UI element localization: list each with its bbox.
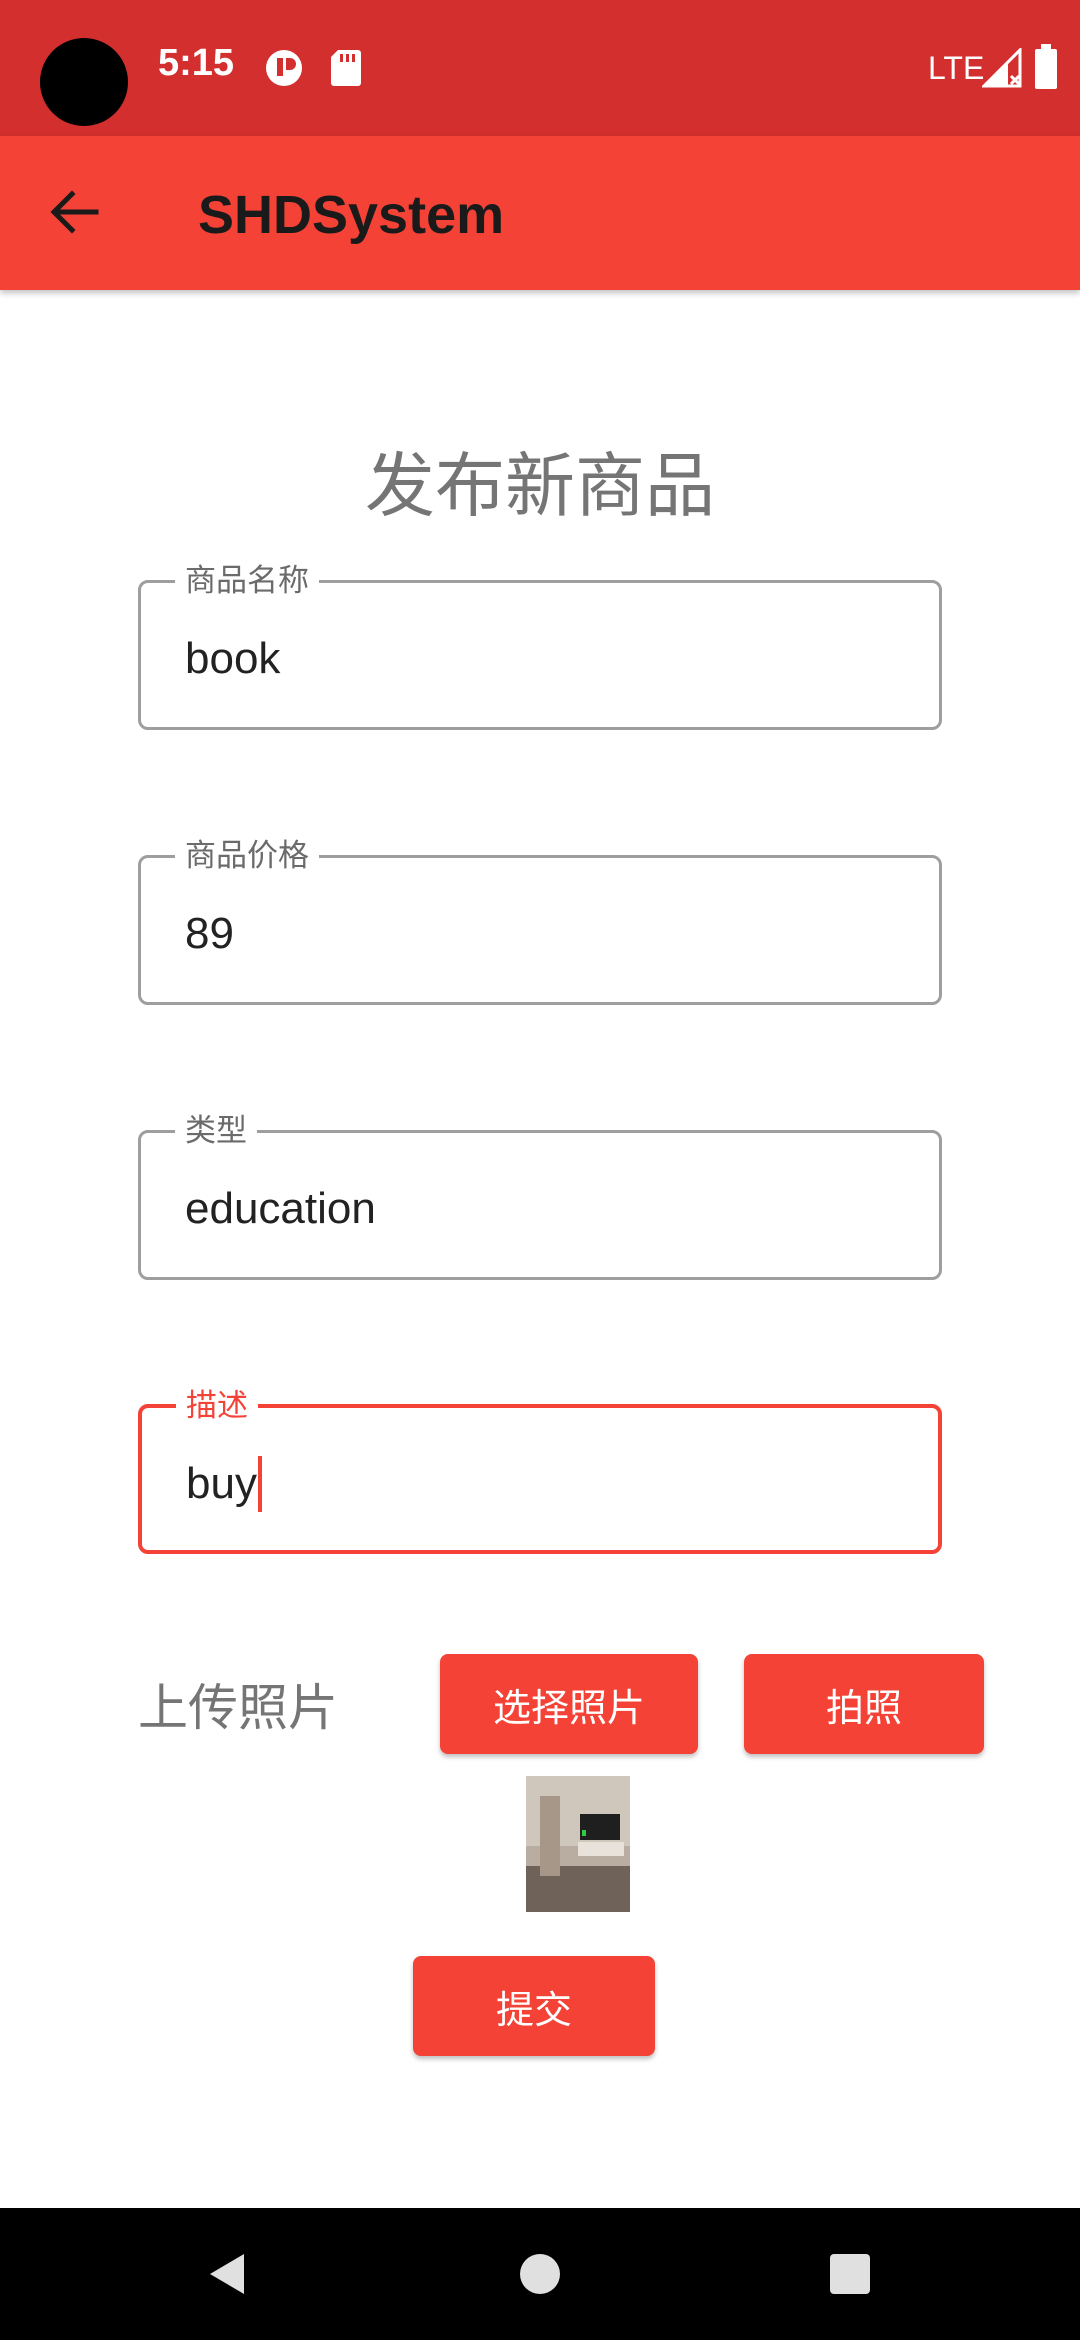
arrow-back-icon (48, 186, 100, 243)
app-bar: SHDSystem (0, 136, 1080, 290)
battery-icon (1034, 44, 1058, 95)
navigation-bar (0, 2208, 1080, 2340)
choose-photo-button[interactable]: 选择照片 (440, 1654, 698, 1754)
nav-home-button[interactable] (510, 2246, 570, 2306)
description-label: 描述 (176, 1386, 258, 1426)
recents-square-icon (828, 2252, 872, 2301)
take-photo-button[interactable]: 拍照 (744, 1654, 984, 1754)
description-field[interactable]: 描述 buy (138, 1386, 942, 1554)
network-type: LTE (928, 50, 985, 86)
status-bar: 5:15 LTE (0, 0, 1080, 136)
product-type-label: 类型 (175, 1111, 257, 1151)
submit-button[interactable]: 提交 (413, 1956, 655, 2056)
notification-icon (264, 48, 304, 93)
upload-photo-label: 上传照片 (138, 1680, 338, 1736)
back-button[interactable] (34, 174, 114, 254)
product-type-field[interactable]: 类型 education (138, 1111, 942, 1280)
signal-icon (980, 46, 1022, 93)
nav-back-button[interactable] (196, 2246, 256, 2306)
status-time: 5:15 (158, 42, 235, 84)
product-type-value: education (185, 1184, 376, 1233)
sd-card-icon (330, 48, 362, 93)
product-price-label: 商品价格 (175, 836, 319, 876)
home-circle-icon (518, 2252, 562, 2301)
text-cursor (257, 1456, 262, 1512)
nav-recents-button[interactable] (820, 2246, 880, 2306)
page-title: 发布新商品 (365, 447, 715, 525)
product-price-field[interactable]: 商品价格 89 (138, 836, 942, 1005)
product-name-field[interactable]: 商品名称 book (138, 561, 942, 730)
product-price-value: 89 (185, 909, 234, 958)
product-name-label: 商品名称 (175, 561, 319, 601)
selected-photo-thumbnail (526, 1776, 630, 1912)
product-name-value: book (185, 634, 281, 683)
app-title: SHDSystem (198, 185, 505, 245)
description-value-wrap: buy (186, 1456, 262, 1512)
description-value: buy (186, 1459, 257, 1508)
camera-cutout (40, 38, 128, 126)
back-triangle-icon (204, 2250, 248, 2303)
